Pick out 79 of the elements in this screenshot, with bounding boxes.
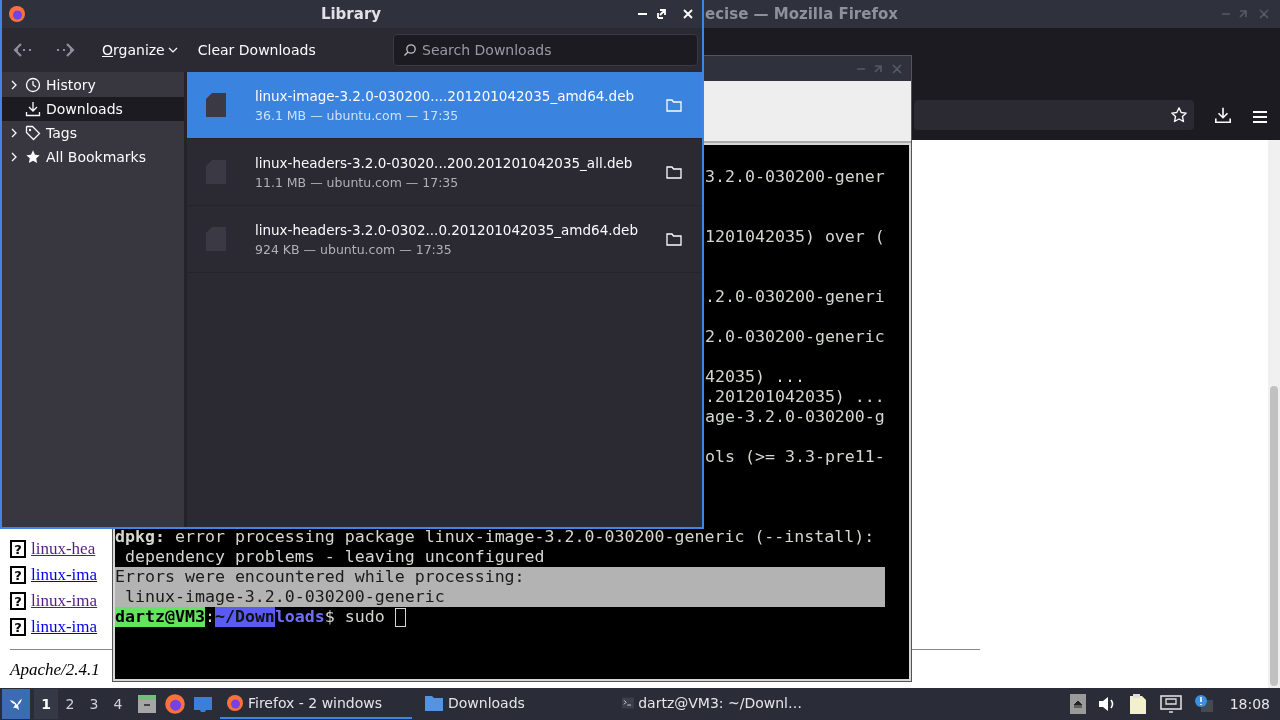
window-title: Library xyxy=(319,5,382,23)
organize-menu-button[interactable]: Organize xyxy=(96,38,184,62)
terminal-line: 42035) ... xyxy=(705,367,805,387)
file-name: linux-image-3.2.0-030200....201201042035_amd64.deb xyxy=(255,87,636,104)
sidebar-item[interactable]: Downloads xyxy=(2,97,184,121)
clear-downloads-button[interactable]: Clear Downloads xyxy=(191,38,322,62)
file-link[interactable]: linux-hea xyxy=(31,539,96,559)
terminal-line: .2.0-030200-generi xyxy=(705,287,885,307)
terminal-line: 3.2.0-030200-gener xyxy=(705,167,885,187)
file-link[interactable]: linux-ima xyxy=(31,565,98,585)
unknown-file-icon: ? xyxy=(10,566,26,584)
tag-icon xyxy=(25,125,41,141)
terminal-line: ols (>= 3.3-pre11- xyxy=(705,447,885,467)
back-arrow-icon[interactable] xyxy=(12,42,34,58)
terminal-icon xyxy=(622,695,635,711)
tray-expand-icon[interactable] xyxy=(1069,694,1086,714)
file-name: linux-headers-3.2.0-03020...200.201201042035_all.deb xyxy=(255,154,634,171)
unknown-file-icon: ? xyxy=(10,592,26,610)
file-cabinet-icon[interactable] xyxy=(136,693,158,715)
forward-arrow-icon[interactable] xyxy=(54,42,76,58)
prompt-separator: : xyxy=(204,607,215,627)
download-icon[interactable] xyxy=(1214,106,1232,124)
scrollbar[interactable] xyxy=(1268,140,1280,688)
clock-icon xyxy=(25,77,41,93)
workspace-button[interactable]: 1 xyxy=(34,689,58,719)
browser-icon[interactable] xyxy=(164,693,186,715)
unknown-file-icon: ? xyxy=(10,540,26,558)
prompt-symbol: $ xyxy=(324,607,335,627)
clipboard-icon[interactable] xyxy=(1127,693,1148,715)
search-field[interactable]: Search Downloads xyxy=(393,34,698,66)
prompt-path: ~/Down xyxy=(214,607,275,627)
scrollbar-thumb[interactable] xyxy=(1270,386,1278,686)
folder-icon[interactable] xyxy=(666,165,682,179)
browser-icon xyxy=(226,694,244,712)
download-item[interactable]: linux-headers-3.2.0-0302...0.201201042035_amd64.deb 924 KB — ubuntu.com — 17:35 xyxy=(187,206,702,273)
star-icon xyxy=(25,149,41,165)
menu-icon[interactable] xyxy=(1252,110,1268,124)
start-menu-icon[interactable] xyxy=(2,689,30,719)
sidebar-item[interactable]: History xyxy=(2,73,184,97)
notification-icon[interactable] xyxy=(1193,694,1214,714)
file-link[interactable]: linux-ima xyxy=(31,591,98,611)
folder-icon xyxy=(424,694,444,712)
terminal-line: 2.0-030200-generic xyxy=(705,327,885,347)
taskbar-window-button[interactable]: Downloads xyxy=(418,689,610,719)
download-icon xyxy=(25,101,41,117)
taskbar-window-button[interactable]: Firefox - 2 windows xyxy=(220,689,412,719)
command-text: sudo xyxy=(344,607,385,627)
file-name: linux-headers-3.2.0-0302...0.201201042035_amd64.deb xyxy=(255,221,638,238)
terminal-line: 1201042035) over ( xyxy=(705,227,885,247)
terminal-line: age-3.2.0-030200-g xyxy=(705,407,885,427)
workspace-button[interactable]: 2 xyxy=(58,689,82,719)
terminal-line: .201201042035) ... xyxy=(705,387,885,407)
sidebar-item[interactable]: Tags xyxy=(2,121,184,145)
browser-icon xyxy=(8,5,26,23)
network-icon[interactable] xyxy=(1159,695,1182,713)
speaker-icon[interactable] xyxy=(1097,696,1116,712)
caret-icon xyxy=(167,47,178,53)
terminal-line: dependency problems - leaving unconfigured xyxy=(124,547,546,567)
text-cursor xyxy=(394,608,406,627)
window-title: ecise — Mozilla Firefox xyxy=(705,5,898,23)
file-icon xyxy=(205,92,227,118)
prompt-user: dartz@VM3 xyxy=(115,607,205,627)
file-link[interactable]: linux-ima xyxy=(31,617,98,637)
download-item[interactable]: linux-headers-3.2.0-03020...200.201201042035_all.deb 11.1 MB — ubuntu.com — 17:35 xyxy=(187,139,702,206)
bookmark-star-icon[interactable] xyxy=(1170,106,1188,124)
download-status: 11.1 MB — ubuntu.com — 17:35 xyxy=(255,174,460,190)
download-status: 924 KB — ubuntu.com — 17:35 xyxy=(255,241,453,257)
clock: 18:08 xyxy=(1229,696,1270,712)
folder-icon[interactable] xyxy=(666,232,682,246)
workspace-button[interactable]: 3 xyxy=(82,689,106,719)
terminal-line: dpkg: error processing package linux-image-3.2.0-030200-generic (--install): xyxy=(115,527,876,547)
taskbar-window-button[interactable]: dartz@VM3: ~/Downl… xyxy=(616,689,808,719)
unknown-file-icon: ? xyxy=(10,618,26,636)
server-signature: Apache/2.4.1 xyxy=(10,660,101,680)
workspace-button[interactable]: 4 xyxy=(106,689,130,719)
sidebar-item[interactable]: All Bookmarks xyxy=(2,145,184,169)
prompt-path: loads xyxy=(274,607,325,627)
download-item[interactable]: linux-image-3.2.0-030200....201201042035_amd64.deb 36.1 MB — ubuntu.com — 17:35 xyxy=(187,72,702,139)
download-status: 36.1 MB — ubuntu.com — 17:35 xyxy=(255,107,460,123)
